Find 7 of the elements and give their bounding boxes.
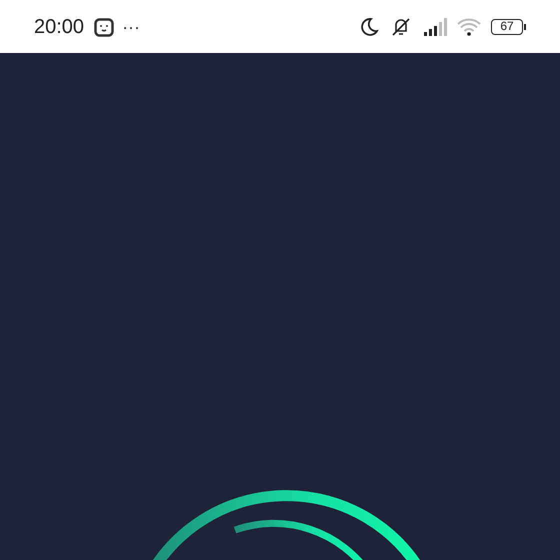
clock-time: 20:00 (34, 14, 84, 40)
more-notifications: ··· (122, 18, 140, 36)
wifi-icon (457, 18, 481, 36)
battery-indicator: 67 (491, 18, 526, 34)
signal-icon (423, 18, 447, 36)
app-face-icon (94, 16, 114, 36)
moon-icon (359, 16, 379, 36)
